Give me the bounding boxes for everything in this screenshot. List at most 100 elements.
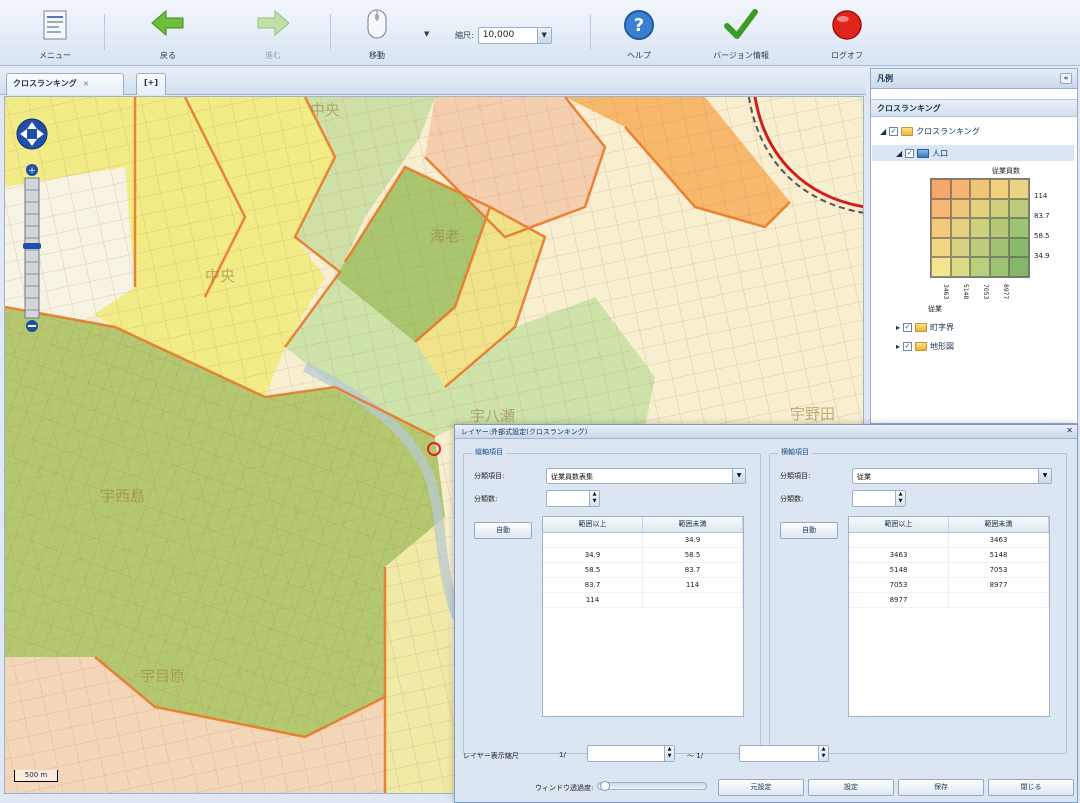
table-cell[interactable]: 114 [643,578,743,592]
help-label: ヘルプ [627,51,651,60]
expand-icon[interactable]: ▸ [896,323,900,332]
slider-thumb[interactable] [600,781,611,791]
column-header: 範囲未満 [643,517,743,532]
table-cell[interactable]: 3463 [849,548,949,562]
table-row[interactable]: 34.9 [543,533,743,548]
table-cell[interactable] [949,593,1049,607]
tree-item-label: クロスランキング [916,127,980,136]
app-window: メニュー 戻る 進む 移動 ▼ 縮尺: 10,000 ▼ ? ヘルプ バージョン… [0,0,1080,803]
grid-cell [970,218,990,238]
help-icon: ? [624,10,654,40]
move-button[interactable]: 移動 [342,6,412,62]
table-cell[interactable]: 114 [543,593,643,607]
table-cell[interactable]: 83.7 [543,578,643,592]
table-row[interactable]: 3463 5148 [849,548,1049,563]
expand-icon[interactable]: ◢ [880,127,886,136]
close-icon[interactable]: × [83,79,90,88]
auto-button[interactable]: 自動 [780,522,838,539]
table-cell[interactable]: 7053 [949,563,1049,577]
checkbox[interactable]: ✓ [903,323,913,332]
grid-cell [931,237,951,258]
table-row[interactable]: 58.5 83.7 [543,563,743,578]
table-row[interactable]: 7053 8977 [849,578,1049,593]
table-cell[interactable] [849,533,949,547]
grid-col-label: 5148 [962,284,969,300]
back-button[interactable]: 戻る [133,6,203,62]
item-label: 分類項目: [780,472,811,480]
table-cell[interactable]: 34.9 [543,548,643,562]
class-count-stepper[interactable]: 5 ▲▼ [852,490,906,507]
checkmark-icon [724,9,758,39]
table-cell[interactable]: 7053 [849,578,949,592]
pan-zoom-control[interactable]: + [12,118,52,338]
table-row[interactable]: 34.9 58.5 [543,548,743,563]
scale-select[interactable]: 10,000 ▼ [477,26,552,44]
expand-icon[interactable]: ◢ [896,149,902,158]
grid-cell [989,218,1010,238]
stepper-arrows-icon[interactable]: ▲ ▼ [664,746,674,761]
table-row[interactable]: 83.7 114 [543,578,743,593]
move-label: 移動 [369,51,385,60]
table-row[interactable]: 3463 [849,533,1049,548]
folder-icon [915,323,928,332]
table-cell[interactable] [543,533,643,547]
table-row[interactable]: 5148 7053 [849,563,1049,578]
tab-add[interactable]: [+] [136,73,166,95]
item-select[interactable]: 従業員数表集 ▼ [546,468,746,484]
stepper-arrows-icon[interactable]: ▲ ▼ [589,491,599,506]
logoff-button[interactable]: ログオフ [812,6,882,62]
table-cell[interactable] [643,593,743,607]
item-select[interactable]: 従業 ▼ [852,468,1052,484]
svg-text:+: + [28,166,36,176]
table-cell[interactable]: 5148 [849,563,949,577]
range-table: 範囲以上 範囲未満 3463 3463 5148 5148 7053 7053 897… [848,516,1050,717]
apply-button[interactable]: 設定 [808,779,894,796]
menu-button[interactable]: メニュー [20,6,90,62]
tree-item-cross-ranking[interactable]: ◢ ✓ クロスランキング [880,126,980,137]
help-button[interactable]: ? ヘルプ [604,6,674,62]
table-cell[interactable]: 5148 [949,548,1049,562]
forward-button[interactable]: 進む [238,6,308,62]
opacity-slider[interactable] [597,781,707,791]
table-row[interactable]: 8977 [849,593,1049,608]
tree-item-town-boundary[interactable]: ▸ ✓ 町字界 [896,322,954,333]
range-max-input[interactable]: ▲ ▼ [739,745,829,762]
table-cell[interactable]: 58.5 [543,563,643,577]
close-icon[interactable]: ✕ [1066,426,1073,435]
table-cell[interactable]: 83.7 [643,563,743,577]
tab-label: クロスランキング [13,79,77,88]
zoom-slider-thumb[interactable] [23,243,41,249]
version-button[interactable]: バージョン情報 [706,6,776,62]
table-cell[interactable]: 8977 [949,578,1049,592]
table-row[interactable]: 114 [543,593,743,608]
checkbox[interactable]: ✓ [903,342,913,351]
tree-item-topographic[interactable]: ▸ ✓ 地形図 [896,341,954,352]
legend-title: 凡例 [877,74,893,83]
checkbox[interactable]: ✓ [889,127,899,136]
save-button[interactable]: 保存 [898,779,984,796]
add-tab-label: [+] [143,78,158,87]
tree-item-population[interactable]: ◢ ✓ 人口 [872,145,1074,161]
stepper-arrows-icon[interactable]: ▲ ▼ [818,746,828,761]
auto-button[interactable]: 自動 [474,522,532,539]
grid-cell [950,179,971,199]
collapse-icon[interactable]: « [1060,73,1072,84]
grid-col-label: 3463 [942,284,949,300]
reset-button[interactable]: 元設定 [718,779,804,796]
checkbox[interactable]: ✓ [905,148,915,158]
class-count-stepper[interactable]: 5 ▲▼ [546,490,600,507]
grid-row-label: 114 [1034,192,1048,200]
table-cell[interactable]: 34.9 [643,533,743,547]
grid-cell [950,198,971,219]
tree-item-label: 町字界 [930,323,955,332]
svg-text:?: ? [634,15,644,36]
range-min-input[interactable]: ▲ ▼ [587,745,675,762]
table-cell[interactable]: 3463 [949,533,1049,547]
expand-icon[interactable]: ▸ [896,342,900,351]
table-cell[interactable]: 58.5 [643,548,743,562]
move-dropdown-icon[interactable]: ▼ [424,30,429,38]
close-button[interactable]: 閉じる [988,779,1074,796]
tab-cross-ranking[interactable]: クロスランキング × [6,73,124,95]
stepper-arrows-icon[interactable]: ▲ ▼ [895,491,905,506]
table-cell[interactable]: 8977 [849,593,949,607]
